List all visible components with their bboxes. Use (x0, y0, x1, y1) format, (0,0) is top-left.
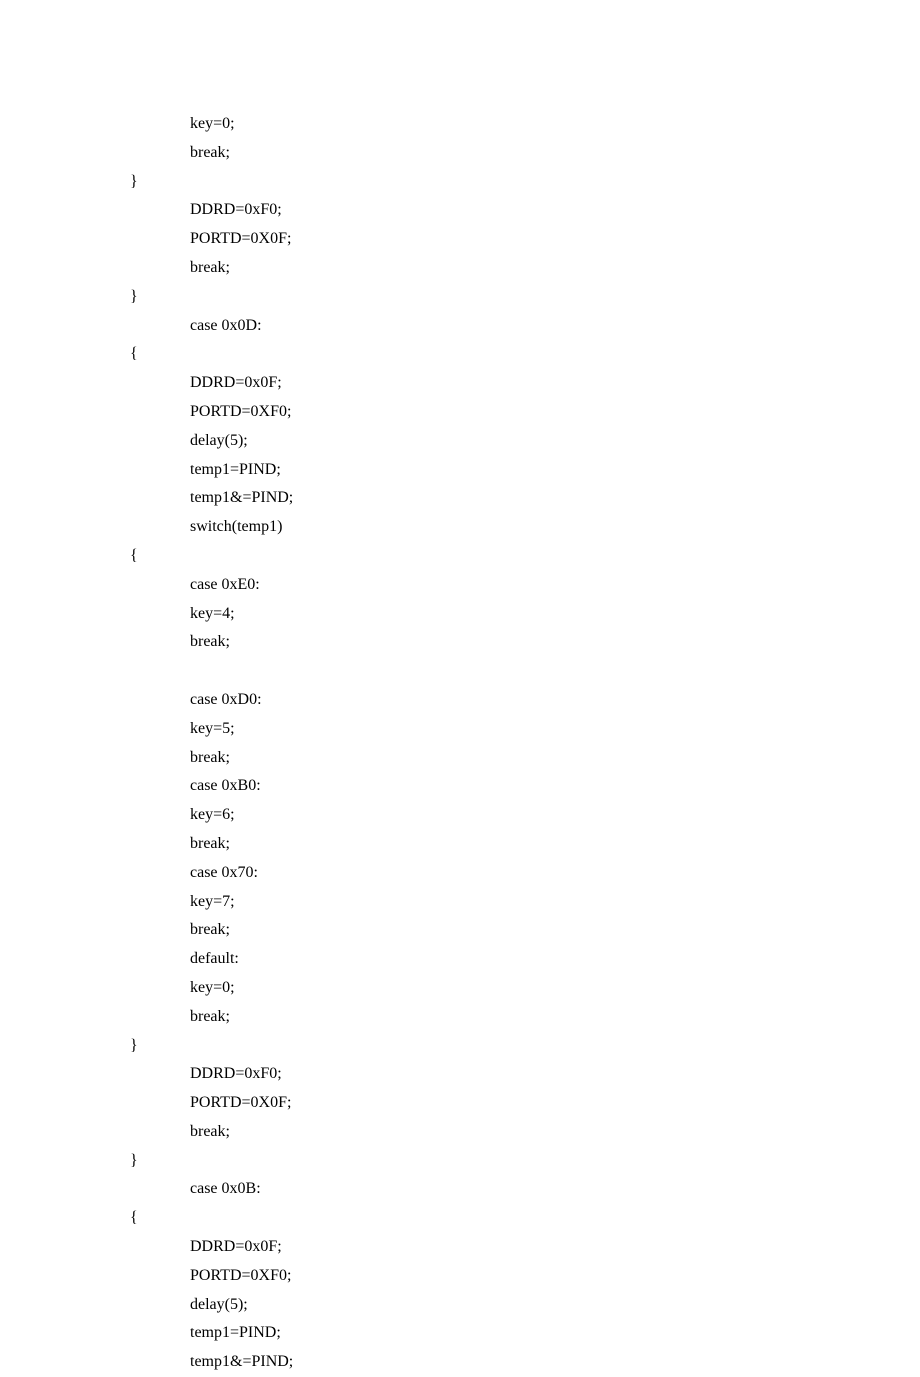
code-line: PORTD=0X0F; (130, 225, 920, 254)
code-line: } (130, 1032, 920, 1061)
code-line (130, 657, 920, 686)
code-line: break; (130, 1003, 920, 1032)
code-line: { (130, 542, 920, 571)
code-line: delay(5); (130, 427, 920, 456)
code-line: DDRD=0xF0; (130, 196, 920, 225)
code-line: case 0xD0: (130, 686, 920, 715)
code-line: case 0x0B: (130, 1175, 920, 1204)
code-line: default: (130, 945, 920, 974)
code-line: { (130, 340, 920, 369)
code-line: switch(temp1) (130, 513, 920, 542)
code-line: temp1=PIND; (130, 1319, 920, 1348)
code-line: } (130, 168, 920, 197)
code-line: PORTD=0XF0; (130, 1262, 920, 1291)
code-line: key=0; (130, 110, 920, 139)
code-line: case 0xB0: (130, 772, 920, 801)
code-line: temp1&=PIND; (130, 1348, 920, 1377)
code-block: key=0;break;}DDRD=0xF0;PORTD=0X0F;break;… (130, 110, 920, 1377)
code-line: case 0x70: (130, 859, 920, 888)
code-line: break; (130, 139, 920, 168)
code-line: case 0xE0: (130, 571, 920, 600)
code-line: key=4; (130, 600, 920, 629)
code-line: break; (130, 916, 920, 945)
code-line: PORTD=0X0F; (130, 1089, 920, 1118)
code-line: case 0x0D: (130, 312, 920, 341)
code-line: delay(5); (130, 1291, 920, 1320)
code-line: key=5; (130, 715, 920, 744)
code-line: break; (130, 254, 920, 283)
code-line: { (130, 1204, 920, 1233)
code-line: } (130, 283, 920, 312)
code-line: key=7; (130, 888, 920, 917)
code-line: key=6; (130, 801, 920, 830)
code-line: PORTD=0XF0; (130, 398, 920, 427)
code-line: key=0; (130, 974, 920, 1003)
code-line: DDRD=0xF0; (130, 1060, 920, 1089)
code-line: break; (130, 744, 920, 773)
code-line: temp1=PIND; (130, 456, 920, 485)
code-line: temp1&=PIND; (130, 484, 920, 513)
code-line: DDRD=0x0F; (130, 1233, 920, 1262)
code-line: break; (130, 628, 920, 657)
code-line: } (130, 1147, 920, 1176)
code-line: DDRD=0x0F; (130, 369, 920, 398)
code-line: break; (130, 1118, 920, 1147)
code-line: break; (130, 830, 920, 859)
